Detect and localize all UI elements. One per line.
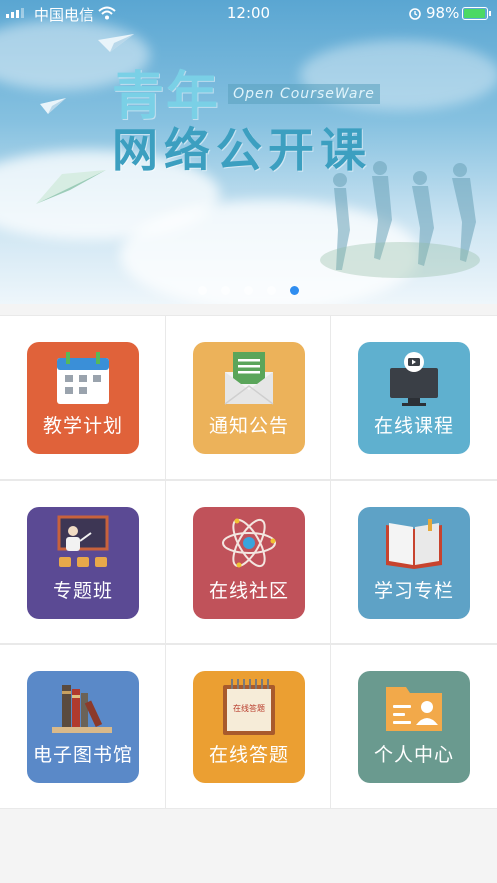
notepad-icon: 在线答题 [223,679,275,735]
carousel-dots [0,286,497,296]
banner-carousel[interactable]: 青年 Open CourseWare 网络公开课 [0,0,497,304]
grid-cell: 电子图书馆 [0,644,166,809]
grid-cell: 教学计划 [0,315,166,480]
carousel-dot[interactable] [267,286,276,295]
menu-tile-announcements[interactable]: 通知公告 [193,342,305,454]
tile-label: 专题班 [52,580,113,602]
tile-label: 教学计划 [42,415,123,437]
books-shelf-icon [52,685,112,733]
menu-tile-teaching-plan[interactable]: 教学计划 [27,342,139,454]
calendar-icon [57,352,109,404]
tile-label: 在线社区 [208,580,289,602]
carousel-dot[interactable] [221,286,230,295]
folder-id-icon [386,687,442,731]
status-bar: 中国电信 12:00 98% [0,0,497,26]
banner-subtitle: Open CourseWare [228,84,380,104]
carousel-dot[interactable] [198,286,207,295]
menu-tile-online-community[interactable]: 在线社区 [193,507,305,619]
battery-icon [462,7,491,20]
paper-plane-icon [36,170,106,204]
paper-plane-icon [40,98,66,114]
menu-tile-e-library[interactable]: 电子图书馆 [27,671,139,783]
menu-tile-special-class[interactable]: 专题班 [27,507,139,619]
tile-label: 通知公告 [208,415,289,437]
notepad-text: 在线答题 [233,703,265,713]
monitor-play-icon [390,352,438,406]
grid-cell: 专题班 [0,480,166,644]
alarm-icon [409,8,421,20]
grid-cell: 个人中心 [331,644,497,809]
atom-icon [222,518,276,568]
grid-cell: 在线社区 [166,480,331,644]
tile-label: 学习专栏 [373,580,454,602]
jumping-crowd-illustration [320,161,480,278]
status-time: 12:00 [226,4,271,22]
tile-label: 电子图书馆 [32,744,133,766]
grid-cell: 在线课程 [331,315,497,480]
paper-plane-icon [98,34,134,52]
carousel-dot[interactable] [244,286,253,295]
teacher-board-icon [57,515,109,567]
menu-tile-study-column[interactable]: 学习专栏 [358,507,470,619]
grid-cell: 通知公告 [166,315,331,480]
feature-grid: 教学计划 通知公告 在线课程 专题班 在线社区 学习专栏 电子图书馆 在线答题 … [0,315,497,809]
menu-tile-online-courses[interactable]: 在线课程 [358,342,470,454]
envelope-icon [224,352,274,405]
carousel-dot-active[interactable] [290,286,299,295]
open-book-icon [386,519,442,569]
battery-percentage: 98% [426,4,460,22]
tile-label: 在线答题 [208,744,289,766]
tile-label: 在线课程 [373,415,454,437]
menu-tile-online-quiz[interactable]: 在线答题 在线答题 [193,671,305,783]
grid-cell: 在线答题 在线答题 [166,644,331,809]
tile-label: 个人中心 [373,744,454,766]
menu-tile-personal-center[interactable]: 个人中心 [358,671,470,783]
grid-cell: 学习专栏 [331,480,497,644]
